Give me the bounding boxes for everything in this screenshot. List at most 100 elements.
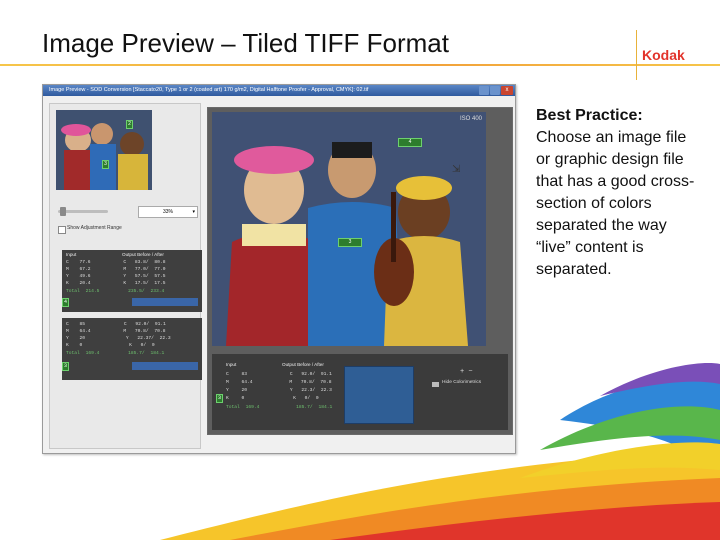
color-swatch-bar xyxy=(132,298,198,306)
ink-label: M xyxy=(66,329,69,334)
after-value: 0 xyxy=(315,396,319,401)
total-before: 185.7/ xyxy=(128,351,145,356)
input-header: Input xyxy=(226,362,237,367)
ink-label: C xyxy=(66,322,69,327)
zoom-slider-handle[interactable] xyxy=(60,207,66,216)
before-value: 0/ xyxy=(304,396,311,401)
ink-value: 67.2 xyxy=(79,267,91,272)
total-input: 214.5 xyxy=(85,289,100,294)
after-value: 77.0 xyxy=(154,267,166,272)
window-titlebar: Image Preview - SOD Conversion [Staccato… xyxy=(43,85,515,96)
out-ink-label: C xyxy=(123,322,127,327)
ink-label: K xyxy=(66,343,69,348)
readout-panel: Input Output Before / After C 83 C 92.0/… xyxy=(212,354,508,430)
ink-value: 20 xyxy=(241,388,248,393)
out-ink-label: M xyxy=(123,267,127,272)
out-ink-label: C xyxy=(289,372,293,377)
title-divider xyxy=(0,64,720,66)
after-value: 0 xyxy=(151,343,155,348)
total-label: Total xyxy=(66,289,80,294)
total-after: 184.1 xyxy=(150,351,165,356)
ink-label: K xyxy=(226,396,229,401)
out-ink-label: C xyxy=(123,260,127,265)
total-after: 184.1 xyxy=(318,405,333,410)
readout-total-row: Total 169.4 185.7/ 184.1 xyxy=(66,351,164,356)
readout-row: M 64.4 M 70.8/ 70.8 xyxy=(66,329,165,334)
readout-marker[interactable]: 3 xyxy=(216,394,223,403)
ink-label: Y xyxy=(226,388,229,393)
ink-value: 77.6 xyxy=(79,260,91,265)
slide-title: Image Preview – Tiled TIFF Format xyxy=(42,28,449,58)
before-value: 22.3/ xyxy=(301,388,316,393)
ink-value: 85 xyxy=(79,322,86,327)
out-ink-label: K xyxy=(293,396,296,401)
close-button[interactable]: x xyxy=(501,86,513,95)
before-value: 92.0/ xyxy=(135,322,150,327)
color-readout-a: Input Output Before / After C 77.6 C 83.… xyxy=(62,250,202,312)
output-header: Output Before / After xyxy=(282,362,324,367)
chevron-down-icon: ▾ xyxy=(192,209,195,215)
logo-divider xyxy=(636,30,637,80)
readout-row: Y 49.6 Y 57.5/ 57.5 xyxy=(66,274,165,279)
ink-label: M xyxy=(226,380,229,385)
maximize-button[interactable] xyxy=(490,86,500,95)
ink-value: 64.4 xyxy=(79,329,91,334)
out-ink-label: M xyxy=(289,380,293,385)
navigator-panel: 2 3 33% ▾ Show Adjustment Range Input Ou… xyxy=(49,103,202,449)
after-value: 17.5 xyxy=(154,281,166,286)
thumbnail-image[interactable]: 2 3 xyxy=(56,110,152,190)
before-value: 70.8/ xyxy=(134,329,149,334)
ink-value: 49.6 xyxy=(79,274,91,279)
after-value: 22.3 xyxy=(159,336,171,341)
preview-viewer: ISO 400 4 3 Input Output Before / After … xyxy=(207,107,513,435)
ink-value: 20.4 xyxy=(79,281,91,286)
ink-label: K xyxy=(66,281,69,286)
ink-label: C xyxy=(66,260,69,265)
before-value: 83.8/ xyxy=(134,260,149,265)
preview-image xyxy=(212,112,486,346)
total-label: Total xyxy=(66,351,80,356)
total-after: 233.4 xyxy=(150,289,165,294)
before-value: 17.5/ xyxy=(134,281,149,286)
readout-marker[interactable]: 3 xyxy=(62,362,69,371)
readout-row: Y 20 Y 22.37/ 22.3 xyxy=(66,336,171,341)
zoom-dropdown[interactable]: 33% ▾ xyxy=(138,206,198,218)
before-value: 92.0/ xyxy=(301,372,316,377)
thumb-marker-mid[interactable]: 3 xyxy=(102,160,109,169)
readout-row: K 0 K 0/ 0 xyxy=(226,396,319,401)
hide-colorimetrics-label: Hide Colorimetrics xyxy=(442,380,482,385)
zoom-in-out-icons[interactable]: + − xyxy=(460,368,473,376)
before-value: 22.37/ xyxy=(137,336,154,341)
out-ink-label: Y xyxy=(123,274,127,279)
ink-value: 20 xyxy=(79,336,86,341)
best-practice-body: Choose an image file or graphic design f… xyxy=(536,129,695,278)
thumb-marker-top[interactable]: 2 xyxy=(126,120,133,129)
before-value: 77.0/ xyxy=(134,267,149,272)
total-input: 169.4 xyxy=(85,351,100,356)
sample-marker-mid[interactable]: 3 xyxy=(338,238,362,247)
best-practice-heading: Best Practice: xyxy=(536,107,643,124)
hide-colorimetrics-toggle[interactable] xyxy=(432,382,439,387)
readout-marker[interactable]: 4 xyxy=(62,298,69,307)
resize-cursor-icon: ⇲ xyxy=(452,164,461,175)
sample-marker-top[interactable]: 4 xyxy=(398,138,422,147)
ink-label: M xyxy=(66,267,69,272)
preview-photo[interactable]: ISO 400 4 3 xyxy=(212,112,486,346)
color-swatch xyxy=(344,366,414,424)
total-label: Total xyxy=(226,405,240,410)
readout-row: C 85 C 92.0/ 91.1 xyxy=(66,322,166,327)
readout-row: K 0 K 0/ 0 xyxy=(66,343,155,348)
thumbnail-photo xyxy=(56,110,152,190)
minimize-button[interactable] xyxy=(479,86,489,95)
total-before: 185.7/ xyxy=(296,405,313,410)
ink-label: Y xyxy=(66,274,69,279)
ink-value: 0 xyxy=(241,396,245,401)
after-value: 80.8 xyxy=(154,260,166,265)
out-ink-label: Y xyxy=(289,388,293,393)
ink-label: Y xyxy=(66,336,69,341)
image-preview-window: Image Preview - SOD Conversion [Staccato… xyxy=(42,84,516,454)
show-adjustment-checkbox[interactable] xyxy=(58,226,66,234)
after-value: 22.3 xyxy=(320,388,332,393)
after-value: 91.1 xyxy=(154,322,166,327)
color-readout-b: C 85 C 92.0/ 91.1 M 64.4 M 70.8/ 70.8 Y … xyxy=(62,318,202,380)
